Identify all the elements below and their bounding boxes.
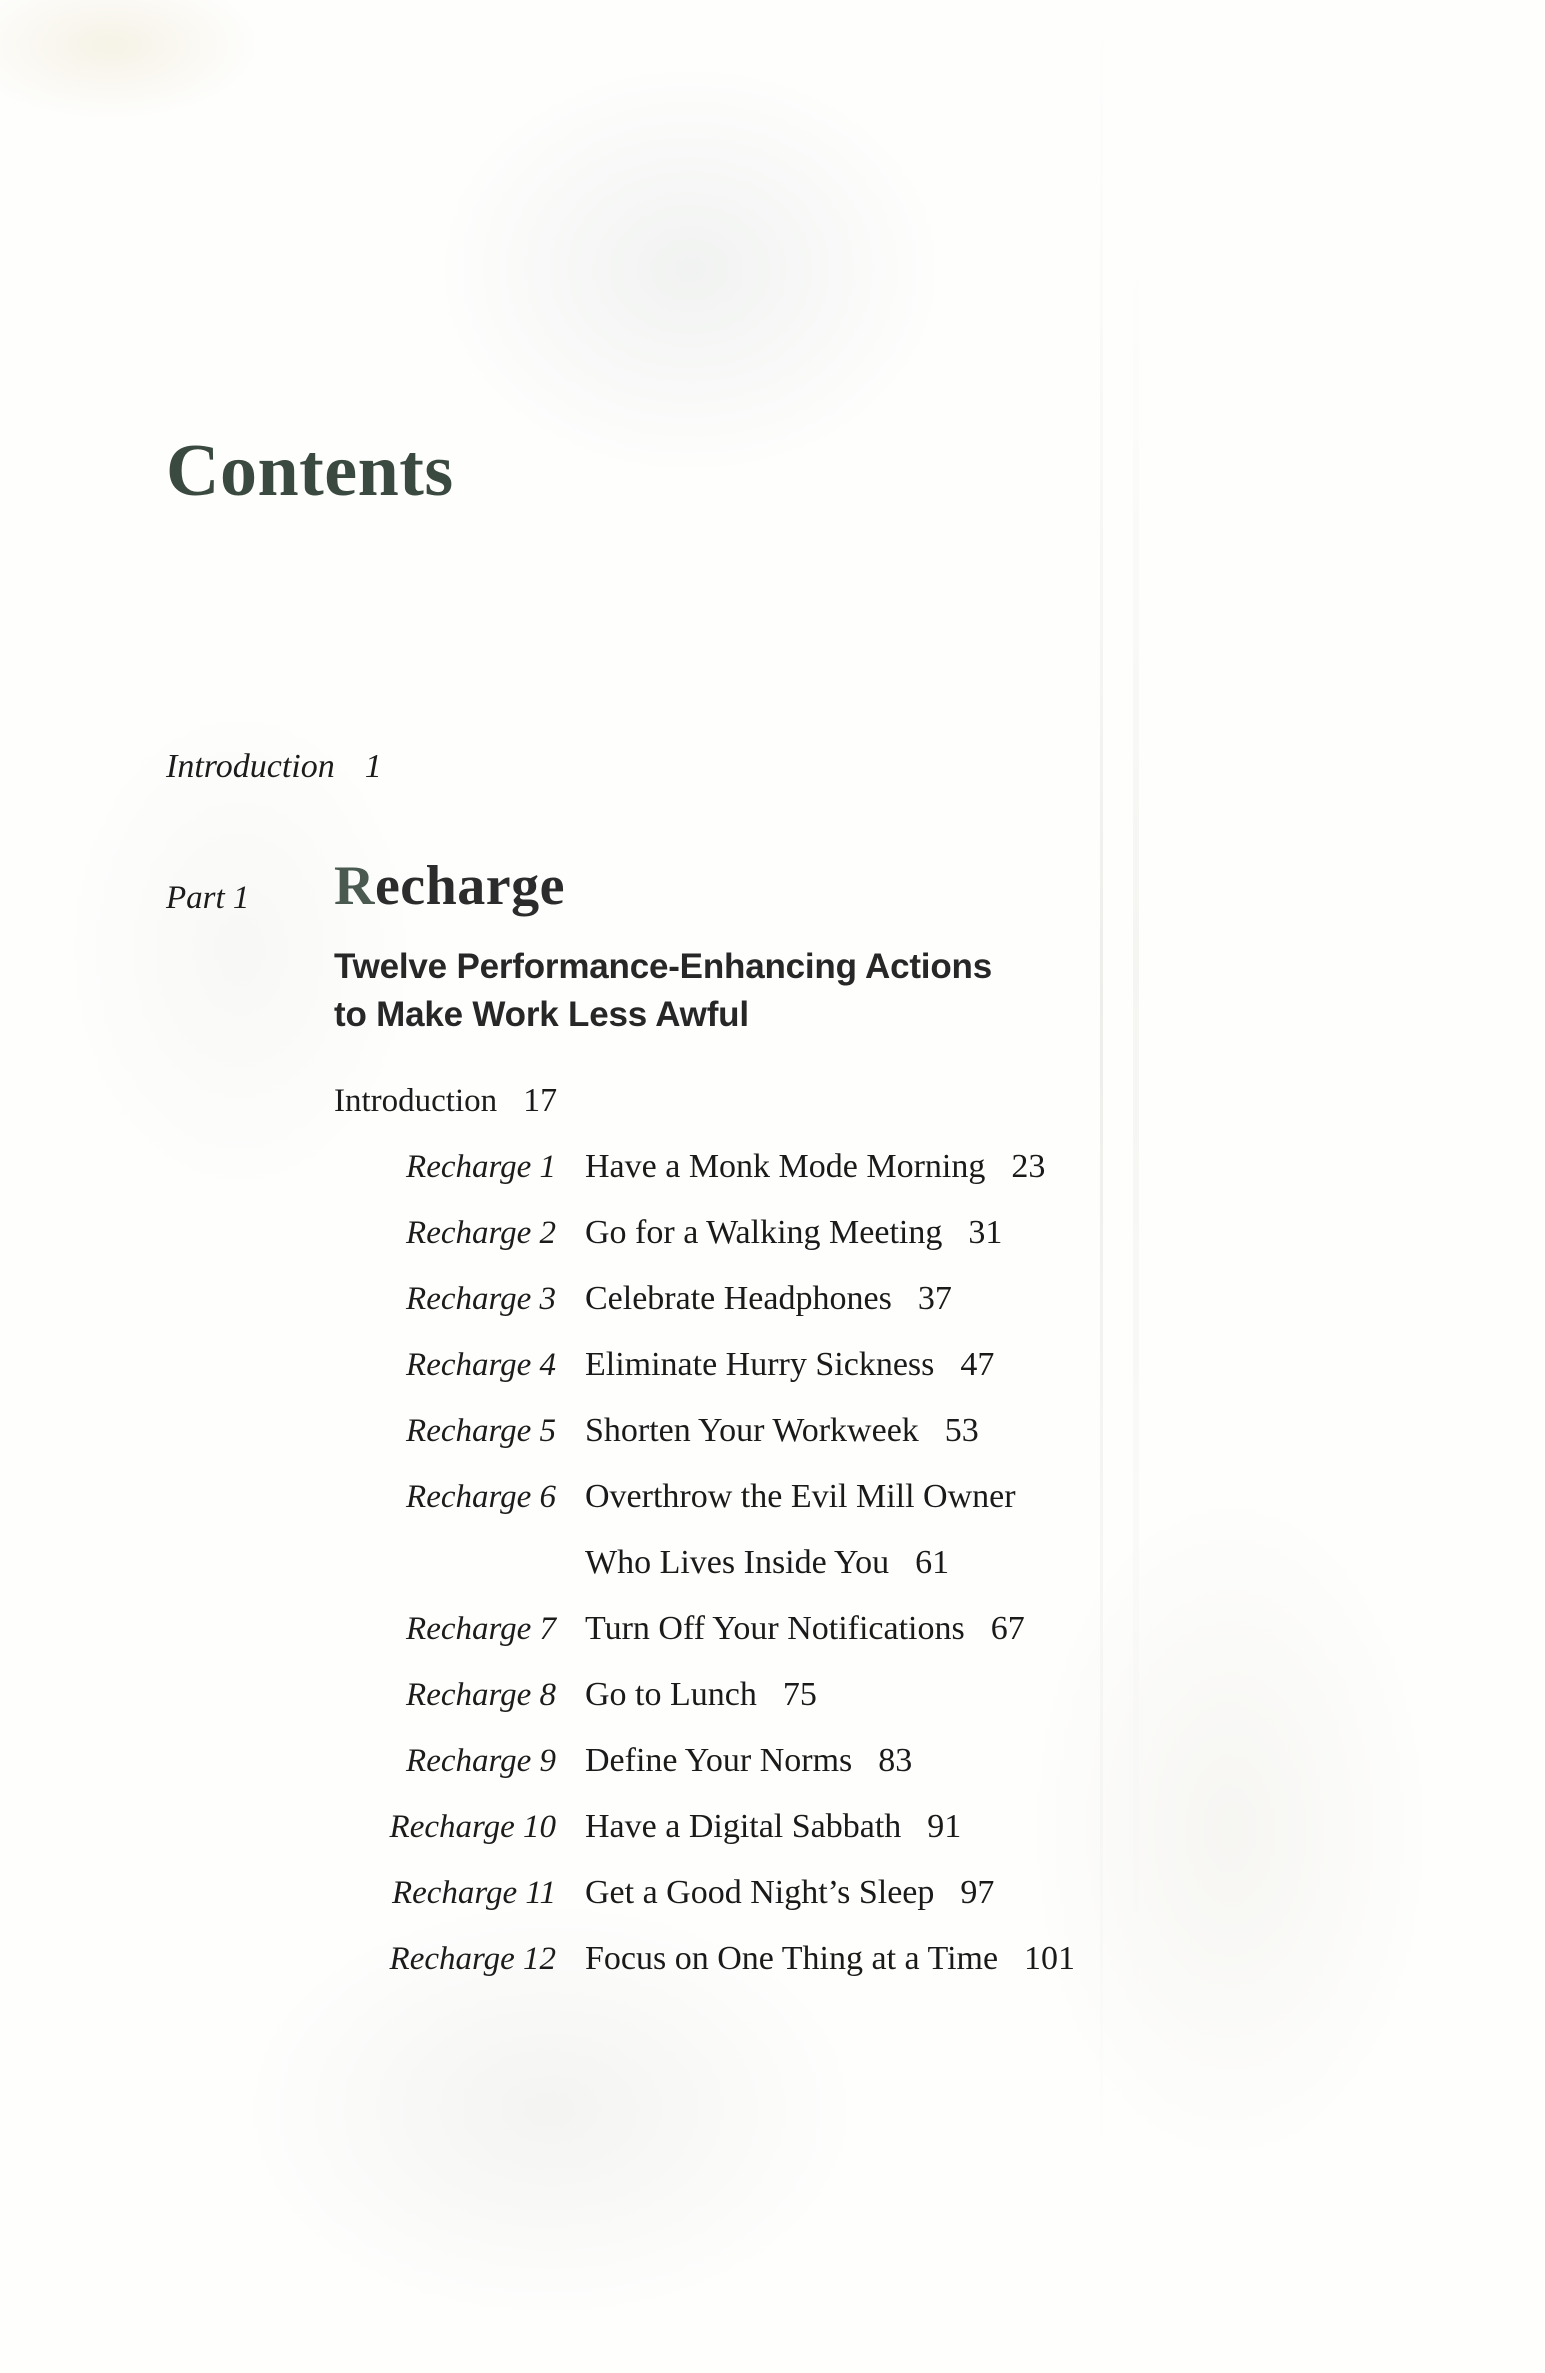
chapter-entry[interactable]: Recharge 3 Celebrate Headphones 37: [0, 1276, 1545, 1342]
part-title-drop-cap: R: [334, 855, 375, 917]
chapter-label: Recharge 6: [406, 1479, 556, 1515]
chapter-entry[interactable]: Recharge 7 Turn Off Your Notifications 67: [0, 1606, 1545, 1672]
chapter-title: Go for a Walking Meeting: [585, 1214, 943, 1251]
part-subtitle-line-2: to Make Work Less Awful: [334, 995, 749, 1034]
page-content: Contents Introduction 1 Part 1 Recharge T…: [0, 0, 1545, 2373]
chapter-label: Recharge 12: [389, 1941, 556, 1977]
chapter-title: Overthrow the Evil Mill Owner: [585, 1478, 1016, 1515]
chapter-list: Introduction 17 Recharge 1 Have a Monk Mo…: [0, 1078, 1545, 2002]
part-intro-entry[interactable]: Introduction 17: [0, 1078, 1545, 1144]
chapter-label: Recharge 3: [406, 1281, 556, 1317]
chapter-title: Celebrate Headphones: [585, 1280, 892, 1317]
chapter-entry-continuation[interactable]: Who Lives Inside You 61: [0, 1540, 1545, 1606]
chapter-entry[interactable]: Recharge 12 Focus on One Thing at a Time…: [0, 1936, 1545, 2002]
chapter-entry[interactable]: Recharge 11 Get a Good Night’s Sleep 97: [0, 1870, 1545, 1936]
chapter-label: Recharge 5: [406, 1413, 556, 1449]
chapter-entry[interactable]: Recharge 2 Go for a Walking Meeting 31: [0, 1210, 1545, 1276]
chapter-title-continuation: Who Lives Inside You: [585, 1544, 890, 1581]
page-title: Contents: [166, 429, 454, 512]
frontmatter-introduction-entry: Introduction 1: [166, 748, 382, 786]
chapter-page: 91: [927, 1808, 962, 1845]
part-subtitle-line-1: Twelve Performance-Enhancing Actions: [334, 947, 992, 986]
chapter-label: Recharge 1: [406, 1149, 556, 1185]
chapter-title-group: Eliminate Hurry Sickness 47: [585, 1342, 994, 1388]
chapter-title: Go to Lunch: [585, 1676, 757, 1713]
part-intro-page: 17: [523, 1082, 558, 1119]
chapter-title: Turn Off Your Notifications: [585, 1610, 965, 1647]
part-intro-label-group: Introduction 17: [334, 1078, 557, 1124]
chapter-title-group: Have a Digital Sabbath 91: [585, 1804, 961, 1850]
chapter-page: 31: [968, 1214, 1003, 1251]
chapter-page: 61: [915, 1544, 950, 1581]
part-title: Recharge: [334, 858, 565, 914]
chapter-entry[interactable]: Recharge 8 Go to Lunch 75: [0, 1672, 1545, 1738]
chapter-label: Recharge 11: [391, 1875, 556, 1911]
chapter-title: Shorten Your Workweek: [585, 1412, 919, 1449]
frontmatter-introduction-label: Introduction: [166, 748, 335, 785]
chapter-title-group: Focus on One Thing at a Time 101: [585, 1936, 1075, 1982]
chapter-title-group: Go to Lunch 75: [585, 1672, 817, 1718]
chapter-entry[interactable]: Recharge 10 Have a Digital Sabbath 91: [0, 1804, 1545, 1870]
chapter-page: 37: [917, 1280, 952, 1317]
chapter-title: Get a Good Night’s Sleep: [585, 1874, 935, 1911]
chapter-entry[interactable]: Recharge 5 Shorten Your Workweek 53: [0, 1408, 1545, 1474]
chapter-page: 101: [1024, 1940, 1076, 1977]
chapter-entry[interactable]: Recharge 1 Have a Monk Mode Morning 23: [0, 1144, 1545, 1210]
chapter-label: Recharge 7: [406, 1611, 556, 1647]
chapter-title-group: Define Your Norms 83: [585, 1738, 912, 1784]
chapter-entry[interactable]: Recharge 9 Define Your Norms 83: [0, 1738, 1545, 1804]
chapter-page: 75: [782, 1676, 817, 1713]
chapter-title-group: Celebrate Headphones 37: [585, 1276, 952, 1322]
chapter-label: Recharge 4: [406, 1347, 556, 1383]
chapter-page: 47: [960, 1346, 995, 1383]
chapter-title: Have a Digital Sabbath: [585, 1808, 902, 1845]
chapter-page: 53: [944, 1412, 979, 1449]
part-subtitle: Twelve Performance-Enhancing Actions to …: [334, 943, 1094, 1039]
frontmatter-introduction-page: 1: [364, 748, 382, 785]
part-label: Part 1: [166, 880, 250, 916]
chapter-label: Recharge 10: [389, 1809, 556, 1845]
chapter-page: 97: [960, 1874, 995, 1911]
chapter-page: 83: [878, 1742, 913, 1779]
chapter-page: 23: [1011, 1148, 1046, 1185]
chapter-label: Recharge 9: [406, 1743, 556, 1779]
book-contents-page: Contents Introduction 1 Part 1 Recharge T…: [0, 0, 1545, 2373]
chapter-entry[interactable]: Recharge 6 Overthrow the Evil Mill Owner: [0, 1474, 1545, 1540]
chapter-title-group: Have a Monk Mode Morning 23: [585, 1144, 1045, 1190]
chapter-title-group: Get a Good Night’s Sleep 97: [585, 1870, 994, 1916]
chapter-title: Have a Monk Mode Morning: [585, 1148, 986, 1185]
chapter-label: Recharge 8: [406, 1677, 556, 1713]
chapter-title-group: Shorten Your Workweek 53: [585, 1408, 979, 1454]
chapter-page: 67: [990, 1610, 1025, 1647]
chapter-entry[interactable]: Recharge 4 Eliminate Hurry Sickness 47: [0, 1342, 1545, 1408]
chapter-title-group: Turn Off Your Notifications 67: [585, 1606, 1025, 1652]
chapter-title: Focus on One Thing at a Time: [585, 1940, 999, 1977]
chapter-title-group: Who Lives Inside You 61: [585, 1540, 949, 1586]
chapter-label: Recharge 2: [406, 1215, 556, 1251]
chapter-title-group: Overthrow the Evil Mill Owner: [585, 1474, 1016, 1520]
chapter-title: Define Your Norms: [585, 1742, 853, 1779]
chapter-title-group: Go for a Walking Meeting 31: [585, 1210, 1002, 1256]
part-title-rest: echarge: [374, 855, 566, 917]
chapter-title: Eliminate Hurry Sickness: [585, 1346, 935, 1383]
part-intro-label: Introduction: [334, 1083, 498, 1119]
